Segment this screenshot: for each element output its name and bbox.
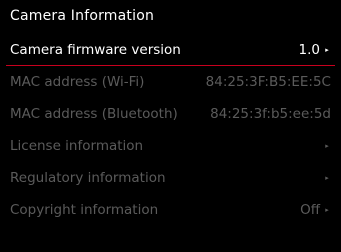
menu-item-label: Camera firmware version [10,42,181,58]
menu-item-label: Copyright information [10,202,159,218]
menu-item-copyright-information[interactable]: Copyright information Off ▸ [0,194,341,226]
menu-item-label: MAC address (Wi-Fi) [10,74,145,90]
mac-bluetooth-value: 84:25:3f:b5:ee:5d [210,106,331,122]
menu-item-firmware-version[interactable]: Camera firmware version 1.0 ▸ [0,34,341,66]
mac-wifi-value: 84:25:3F:B5:EE:5C [205,74,331,90]
menu-item-regulatory-information[interactable]: Regulatory information ▸ [0,162,341,194]
chevron-right-icon: ▸ [325,174,329,182]
copyright-information-value: Off [300,202,320,218]
menu-item-mac-wifi[interactable]: MAC address (Wi-Fi) 84:25:3F:B5:EE:5C [0,66,341,98]
menu-item-label: License information [10,138,144,154]
page-title: Camera Information [10,8,155,24]
info-menu: Camera firmware version 1.0 ▸ MAC addres… [0,34,341,226]
chevron-right-icon: ▸ [325,142,329,150]
menu-item-label: Regulatory information [10,170,166,186]
menu-item-mac-bluetooth[interactable]: MAC address (Bluetooth) 84:25:3f:b5:ee:5… [0,98,341,130]
menu-item-license-information[interactable]: License information ▸ [0,130,341,162]
menu-item-label: MAC address (Bluetooth) [10,106,178,122]
chevron-right-icon: ▸ [325,206,329,214]
firmware-version-value: 1.0 [298,42,320,58]
chevron-right-icon: ▸ [325,46,329,54]
